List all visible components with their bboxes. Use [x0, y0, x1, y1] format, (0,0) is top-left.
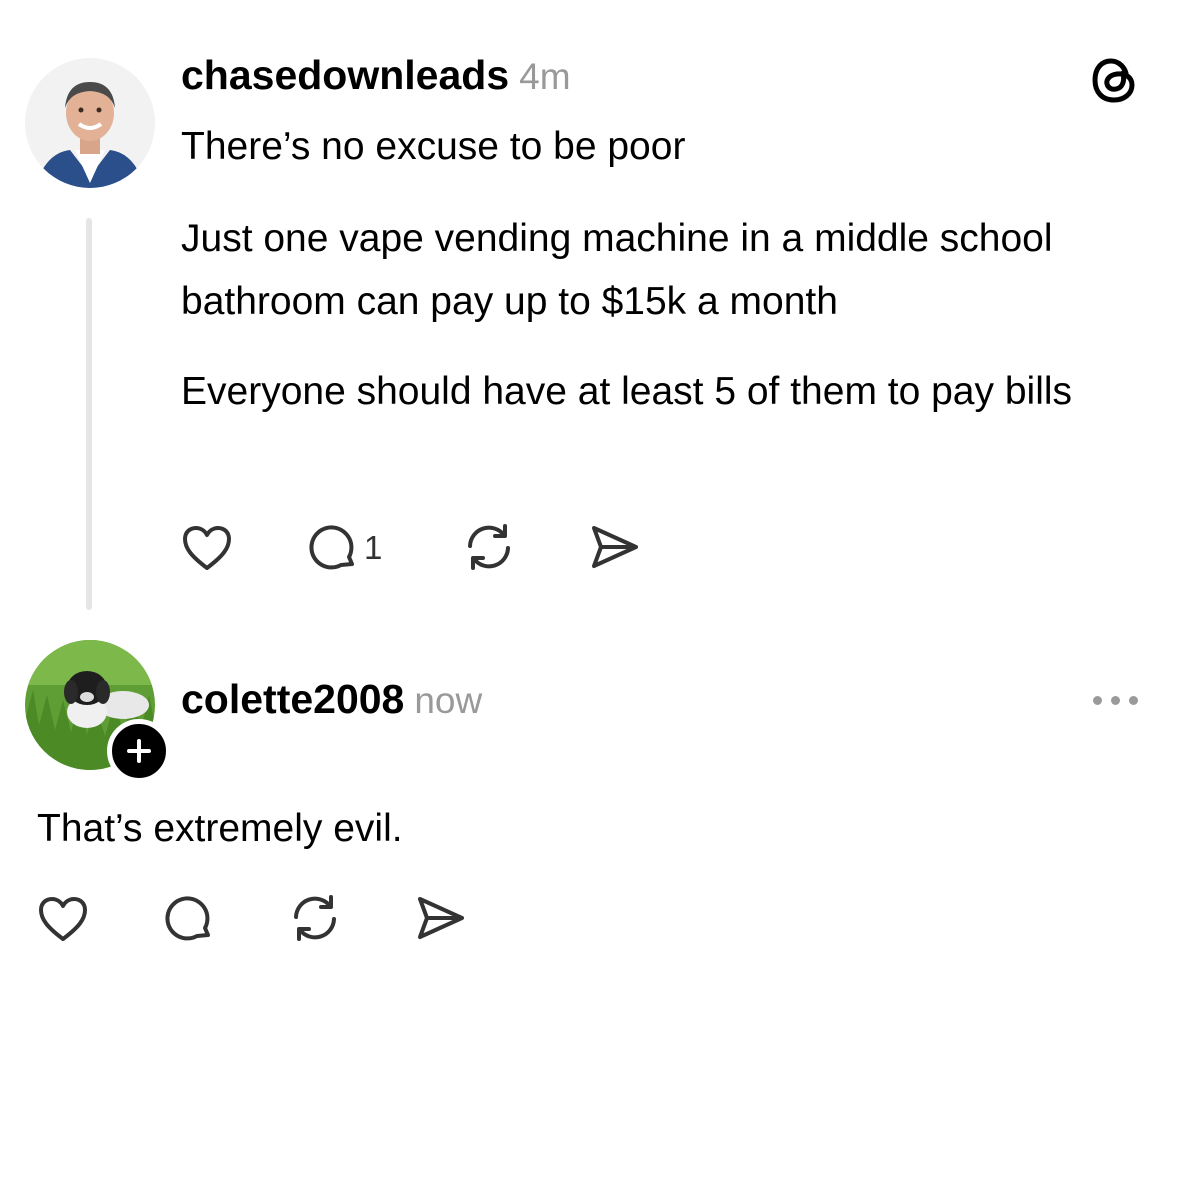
reply-author-username[interactable]: colette2008	[181, 676, 404, 722]
more-icon[interactable]	[1093, 696, 1138, 705]
author-username[interactable]: chasedownleads	[181, 52, 509, 98]
reply-count: 1	[364, 529, 383, 566]
reply-time: now	[414, 680, 483, 721]
threads-logo-icon[interactable]	[1090, 55, 1140, 110]
post-paragraph: There’s no excuse to be poor	[181, 125, 686, 168]
reply-button[interactable]: 1	[308, 524, 382, 572]
reply-header: colette2008 now	[181, 676, 482, 723]
repost-icon	[468, 524, 510, 570]
heart-icon	[183, 526, 231, 570]
follow-button[interactable]	[107, 719, 171, 783]
send-icon	[592, 526, 638, 568]
heart-icon	[39, 897, 87, 941]
send-icon	[418, 897, 464, 939]
post-paragraph: Everyone should have at least 5 of them …	[181, 370, 1073, 413]
post-header: chasedownleads 4m	[181, 52, 571, 99]
repost-button[interactable]	[462, 522, 516, 572]
reply-like-button[interactable]	[37, 895, 89, 943]
repost-icon	[294, 895, 336, 941]
plus-icon	[127, 739, 151, 763]
thread-line	[86, 218, 92, 610]
post-paragraph: Just one vape vending machine in a middl…	[181, 217, 1053, 323]
reply-repost-button[interactable]	[288, 893, 342, 943]
author-avatar[interactable]	[25, 58, 155, 188]
reply-share-button[interactable]	[414, 893, 468, 943]
comment-icon	[309, 525, 354, 570]
reply-text: That’s extremely evil.	[37, 807, 403, 850]
share-button[interactable]	[588, 522, 642, 572]
comment-icon	[165, 896, 210, 941]
like-button[interactable]	[181, 524, 233, 572]
post-time: 4m	[519, 56, 571, 97]
reply-reply-button[interactable]	[164, 895, 214, 943]
